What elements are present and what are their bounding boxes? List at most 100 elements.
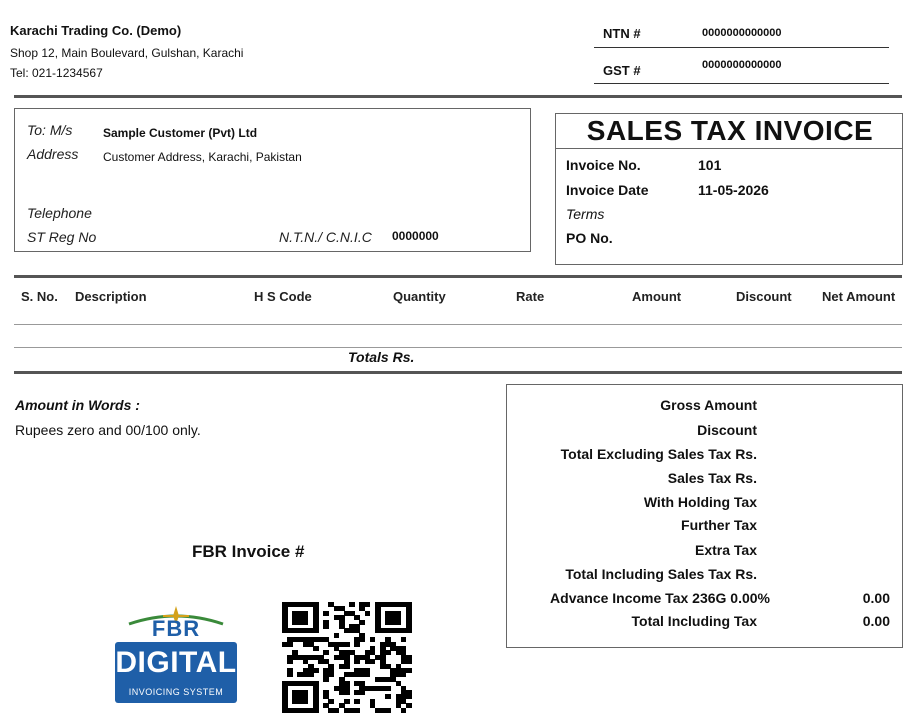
- qr-module: [343, 641, 350, 647]
- st-reg-label: ST Reg No: [27, 229, 97, 245]
- ntn-cnic-value: 0000000: [392, 229, 439, 243]
- terms-label: Terms: [566, 206, 605, 222]
- qr-module: [312, 668, 319, 673]
- qr-module: [385, 707, 391, 713]
- fbr-digital-logo: FBR DIGITAL INVOICING SYSTEM: [113, 604, 239, 704]
- qr-module: [354, 659, 360, 665]
- gross-amount-label: Gross Amount: [660, 397, 757, 413]
- qr-module: [302, 698, 309, 704]
- qr-module: [343, 663, 350, 669]
- col-discount: Discount: [736, 289, 792, 304]
- qr-module: [333, 707, 340, 713]
- qr-module: [323, 624, 330, 629]
- qr-module: [359, 690, 366, 695]
- col-net-amount: Net Amount: [822, 289, 896, 304]
- qr-module: [405, 659, 412, 665]
- col-rate: Rate: [516, 289, 545, 304]
- total-including-sales-tax-label: Total Including Sales Tax Rs.: [565, 566, 757, 582]
- invoice-date-label: Invoice Date: [566, 182, 649, 198]
- qr-module: [328, 672, 335, 678]
- qr-module: [287, 641, 293, 647]
- invoice-title-rule: [556, 148, 902, 149]
- address-label: Address: [27, 146, 79, 162]
- qr-module: [312, 646, 319, 651]
- qr-module: [323, 610, 330, 616]
- qr-module: [400, 707, 407, 713]
- qr-module: [395, 619, 402, 625]
- col-sno: S. No.: [21, 289, 58, 304]
- qr-module: [312, 707, 319, 713]
- qr-module: [369, 659, 376, 665]
- qr-module: [323, 650, 330, 656]
- qr-module: [405, 694, 412, 700]
- gst-value: 0000000000000: [702, 59, 782, 71]
- qr-module: [343, 690, 350, 695]
- invoice-no-value: 101: [698, 157, 722, 173]
- qr-module: [359, 619, 366, 625]
- qr-module: [328, 698, 335, 704]
- totals-top-rule: [14, 347, 902, 348]
- qr-module: [400, 672, 407, 678]
- qr-module: [302, 619, 309, 625]
- totals-bottom-rule: [14, 371, 902, 374]
- invoice-date-value: 11-05-2026: [698, 182, 769, 198]
- qr-module: [385, 650, 391, 656]
- qr-module: [312, 628, 319, 634]
- gst-rule: [594, 83, 889, 84]
- qr-module: [307, 672, 314, 678]
- ntn-label: NTN #: [603, 26, 641, 41]
- qr-module: [287, 672, 293, 678]
- ntn-cnic-label: N.T.N./ C.N.I.C: [279, 229, 372, 245]
- invoice-title: SALES TAX INVOICE: [586, 115, 874, 146]
- total-including-tax-value: 0.00: [862, 613, 890, 629]
- qr-module: [354, 707, 360, 713]
- totals-label: Totals Rs.: [348, 349, 415, 365]
- amount-words-label: Amount in Words :: [15, 397, 140, 413]
- to-label: To: M/s: [27, 122, 73, 138]
- table-header-rule: [14, 324, 902, 325]
- discount-label: Discount: [697, 422, 757, 438]
- telephone-label: Telephone: [27, 205, 92, 221]
- advance-income-tax-value: 0.00: [862, 590, 890, 606]
- col-description: Description: [75, 289, 147, 304]
- qr-module: [405, 703, 412, 709]
- customer-address: Customer Address, Karachi, Pakistan: [103, 150, 302, 164]
- qr-module: [364, 602, 371, 607]
- company-telephone: Tel: 021-1234567: [10, 66, 103, 80]
- qr-module: [359, 637, 366, 643]
- qr-module: [323, 676, 330, 682]
- ntn-value: 0000000000000: [702, 27, 782, 39]
- total-excluding-label: Total Excluding Sales Tax Rs.: [560, 446, 757, 462]
- qr-module: [369, 637, 376, 643]
- qr-module: [333, 632, 340, 638]
- qr-module: [349, 602, 355, 607]
- fbr-qr-code: [282, 602, 412, 713]
- fbr-logo-top: FBR: [151, 616, 201, 641]
- qr-module: [405, 628, 412, 634]
- customer-name: Sample Customer (Pvt) Ltd: [103, 126, 258, 140]
- qr-module: [405, 668, 412, 673]
- ntn-rule: [594, 47, 889, 48]
- fbr-logo-sub: INVOICING SYSTEM: [128, 687, 224, 697]
- col-hs-code: H S Code: [254, 289, 312, 304]
- qr-module: [385, 685, 391, 691]
- qr-module: [343, 698, 350, 704]
- header-divider: [14, 95, 902, 98]
- qr-module: [354, 641, 360, 647]
- qr-module: [385, 694, 391, 700]
- invoice-no-label: Invoice No.: [566, 157, 641, 173]
- extra-tax-label: Extra Tax: [695, 542, 757, 558]
- fbr-invoice-label: FBR Invoice #: [192, 542, 305, 561]
- col-quantity: Quantity: [393, 289, 446, 304]
- fbr-logo-main: DIGITAL: [115, 646, 237, 679]
- qr-module: [364, 610, 371, 616]
- total-including-tax-label: Total Including Tax: [631, 613, 757, 629]
- qr-module: [354, 698, 360, 704]
- company-address: Shop 12, Main Boulevard, Gulshan, Karach…: [10, 46, 244, 60]
- gst-label: GST #: [603, 63, 641, 78]
- further-tax-label: Further Tax: [681, 517, 757, 533]
- advance-income-tax-label: Advance Income Tax 236G 0.00%: [550, 590, 770, 606]
- sales-tax-label: Sales Tax Rs.: [667, 470, 757, 486]
- table-top-rule: [14, 275, 902, 278]
- amount-words-value: Rupees zero and 00/100 only.: [15, 422, 201, 438]
